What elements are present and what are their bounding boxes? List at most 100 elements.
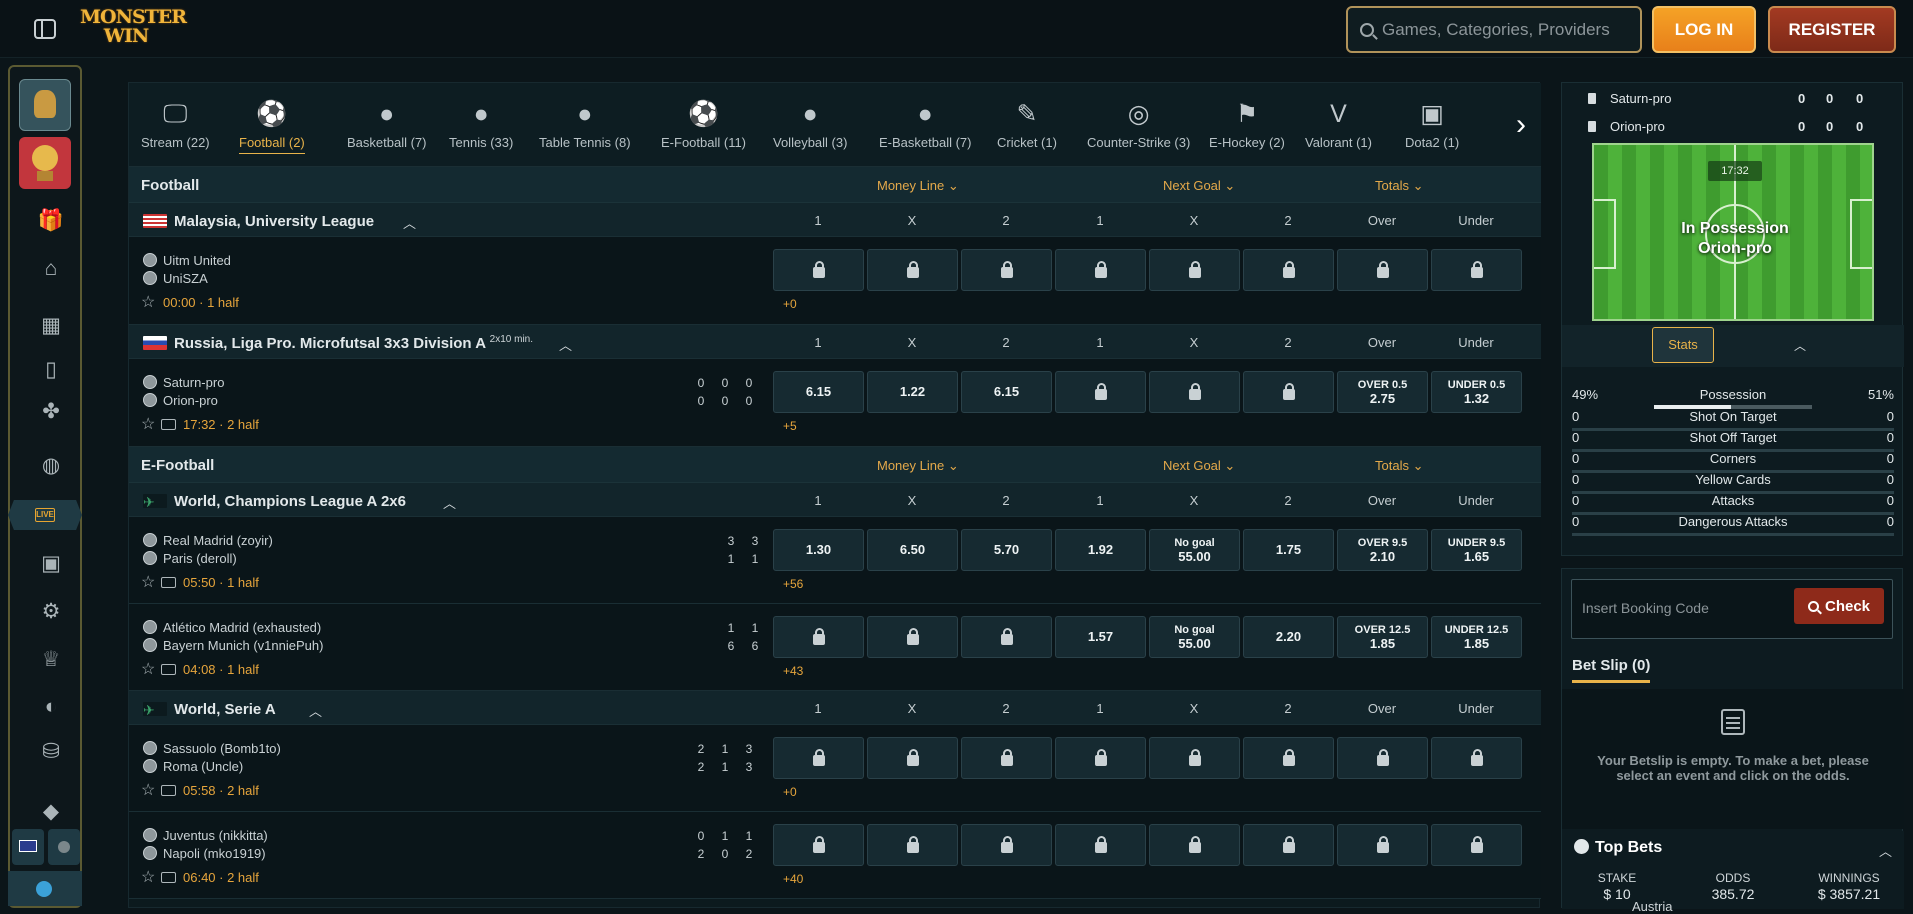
chevron-up-icon[interactable]: ︿ xyxy=(1794,337,1806,354)
booking-code-input[interactable] xyxy=(1582,600,1782,616)
tab-football[interactable]: ⚽ Football (2) xyxy=(239,99,305,154)
odds-button[interactable] xyxy=(961,616,1052,658)
more-markets-link[interactable]: +5 xyxy=(783,419,797,433)
odds-button[interactable]: OVER 12.5 1.85 xyxy=(1337,616,1428,658)
tab-dota2[interactable]: ▣ Dota2 (1) xyxy=(1405,99,1459,150)
tab-efootball[interactable]: ⚽ E-Football (11) xyxy=(661,99,746,151)
odds-button[interactable]: UNDER 9.5 1.65 xyxy=(1431,529,1522,571)
esports-icon[interactable]: ⚙ xyxy=(39,599,63,623)
stream-icon[interactable] xyxy=(161,664,176,675)
odds-button[interactable]: 1.75 xyxy=(1243,529,1334,571)
slot-machine-icon[interactable]: ▦ xyxy=(39,313,63,337)
stream-icon[interactable] xyxy=(161,785,176,796)
tab-table-tennis[interactable]: ● Table Tennis (8) xyxy=(539,99,631,151)
chevron-right-icon[interactable]: › xyxy=(1509,105,1533,145)
tab-counter-strike[interactable]: ◎ Counter-Strike (3) xyxy=(1087,99,1190,150)
odds-button[interactable]: 1.57 xyxy=(1055,616,1146,658)
tab-tennis[interactable]: ● Tennis (33) xyxy=(449,99,513,151)
logo[interactable]: MONSTER WIN xyxy=(80,8,187,50)
odds-button[interactable] xyxy=(961,737,1052,779)
more-markets-link[interactable]: +0 xyxy=(783,297,797,311)
odds-button[interactable] xyxy=(1243,371,1334,413)
money-line-dropdown[interactable]: Money Line ⌄ xyxy=(877,458,959,474)
totals-dropdown[interactable]: Totals ⌄ xyxy=(1375,178,1423,194)
stream-icon[interactable] xyxy=(161,577,176,588)
odds-button[interactable]: OVER 0.5 2.75 xyxy=(1337,371,1428,413)
more-markets-link[interactable]: +40 xyxy=(783,872,803,886)
odds-button[interactable] xyxy=(1055,371,1146,413)
language-button[interactable] xyxy=(12,829,44,865)
tab-ebasketball[interactable]: ● E-Basketball (7) xyxy=(879,99,971,151)
tab-tv[interactable]: 🖵 Stream (22) xyxy=(141,99,210,151)
stream-icon[interactable] xyxy=(161,419,176,430)
chevron-up-icon[interactable]: ︿ xyxy=(309,701,322,720)
favorite-star-icon[interactable]: ☆ xyxy=(141,572,155,592)
odds-button[interactable] xyxy=(1431,824,1522,866)
login-button[interactable]: LOG IN xyxy=(1652,6,1756,53)
odds-button[interactable] xyxy=(1431,249,1522,291)
odds-button[interactable]: No goal 55.00 xyxy=(1149,529,1240,571)
odds-button[interactable]: UNDER 12.5 1.85 xyxy=(1431,616,1522,658)
chevron-up-icon[interactable]: ︿ xyxy=(443,493,456,512)
vip-diamond-icon[interactable]: ◆ xyxy=(39,799,63,823)
favorite-star-icon[interactable]: ☆ xyxy=(141,780,155,800)
odds-button[interactable] xyxy=(961,824,1052,866)
odds-button[interactable] xyxy=(773,616,864,658)
tab-volleyball[interactable]: ● Volleyball (3) xyxy=(773,99,847,151)
tab-ehockey[interactable]: ⚑ E-Hockey (2) xyxy=(1209,99,1285,150)
shop-icon[interactable]: ⛁ xyxy=(39,739,63,763)
tab-valorant[interactable]: V Valorant (1) xyxy=(1305,99,1372,151)
odds-button[interactable]: 1.30 xyxy=(773,529,864,571)
odds-button[interactable] xyxy=(961,249,1052,291)
odds-button[interactable] xyxy=(1149,737,1240,779)
odds-button[interactable] xyxy=(1055,249,1146,291)
favorite-star-icon[interactable]: ☆ xyxy=(141,867,155,887)
money-line-dropdown[interactable]: Money Line ⌄ xyxy=(877,178,959,194)
check-button[interactable]: Check xyxy=(1794,588,1884,624)
home-icon[interactable]: ⌂ xyxy=(39,257,63,281)
next-goal-dropdown[interactable]: Next Goal ⌄ xyxy=(1163,178,1235,194)
odds-button[interactable]: 6.15 xyxy=(961,371,1052,413)
odds-button[interactable] xyxy=(1243,249,1334,291)
odds-button[interactable] xyxy=(1149,249,1240,291)
chevron-up-icon[interactable]: ︿ xyxy=(403,213,416,232)
odds-button[interactable]: UNDER 0.5 1.32 xyxy=(1431,371,1522,413)
favorite-star-icon[interactable]: ☆ xyxy=(141,659,155,679)
search-input[interactable] xyxy=(1382,19,1640,40)
stats-tab[interactable]: Stats xyxy=(1652,327,1714,363)
trophy-icon[interactable]: ♕ xyxy=(39,647,63,671)
odds-button[interactable] xyxy=(773,249,864,291)
favorite-star-icon[interactable]: ☆ xyxy=(141,414,155,434)
odds-button[interactable] xyxy=(867,616,958,658)
tab-cricket[interactable]: ✎ Cricket (1) xyxy=(997,99,1057,150)
odds-button[interactable] xyxy=(1243,824,1334,866)
odds-button[interactable] xyxy=(1149,824,1240,866)
odds-button[interactable] xyxy=(867,824,958,866)
more-markets-link[interactable]: +0 xyxy=(783,785,797,799)
tab-basketball[interactable]: ● Basketball (7) xyxy=(347,99,426,151)
odds-button[interactable] xyxy=(1149,371,1240,413)
casino-icon[interactable]: ◐ xyxy=(39,695,63,719)
cards-icon[interactable]: ▯ xyxy=(39,357,63,381)
odds-button[interactable] xyxy=(1243,737,1334,779)
gift-icon[interactable]: 🎁 xyxy=(38,209,64,233)
odds-button[interactable]: 1.22 xyxy=(867,371,958,413)
chevron-up-icon[interactable]: ︿ xyxy=(559,335,572,354)
odds-button[interactable]: 2.20 xyxy=(1243,616,1334,658)
sidebar-toggle-icon[interactable] xyxy=(34,19,56,39)
odds-button[interactable]: OVER 9.5 2.10 xyxy=(1337,529,1428,571)
stream-icon[interactable] xyxy=(161,872,176,883)
odds-button[interactable]: 1.92 xyxy=(1055,529,1146,571)
odds-button[interactable] xyxy=(1431,737,1522,779)
odds-button[interactable] xyxy=(867,737,958,779)
sidebar-promo-button[interactable] xyxy=(19,79,71,131)
basketball-icon[interactable]: ◍ xyxy=(39,453,63,477)
betslip-tab[interactable]: Bet Slip (0) xyxy=(1572,657,1651,683)
poker-chip-icon[interactable]: ✤ xyxy=(39,399,63,423)
help-button[interactable] xyxy=(48,829,80,865)
register-button[interactable]: REGISTER xyxy=(1768,6,1896,53)
odds-button[interactable] xyxy=(1055,824,1146,866)
odds-button[interactable]: No goal 55.00 xyxy=(1149,616,1240,658)
more-markets-link[interactable]: +43 xyxy=(783,664,803,678)
odds-button[interactable] xyxy=(1337,737,1428,779)
